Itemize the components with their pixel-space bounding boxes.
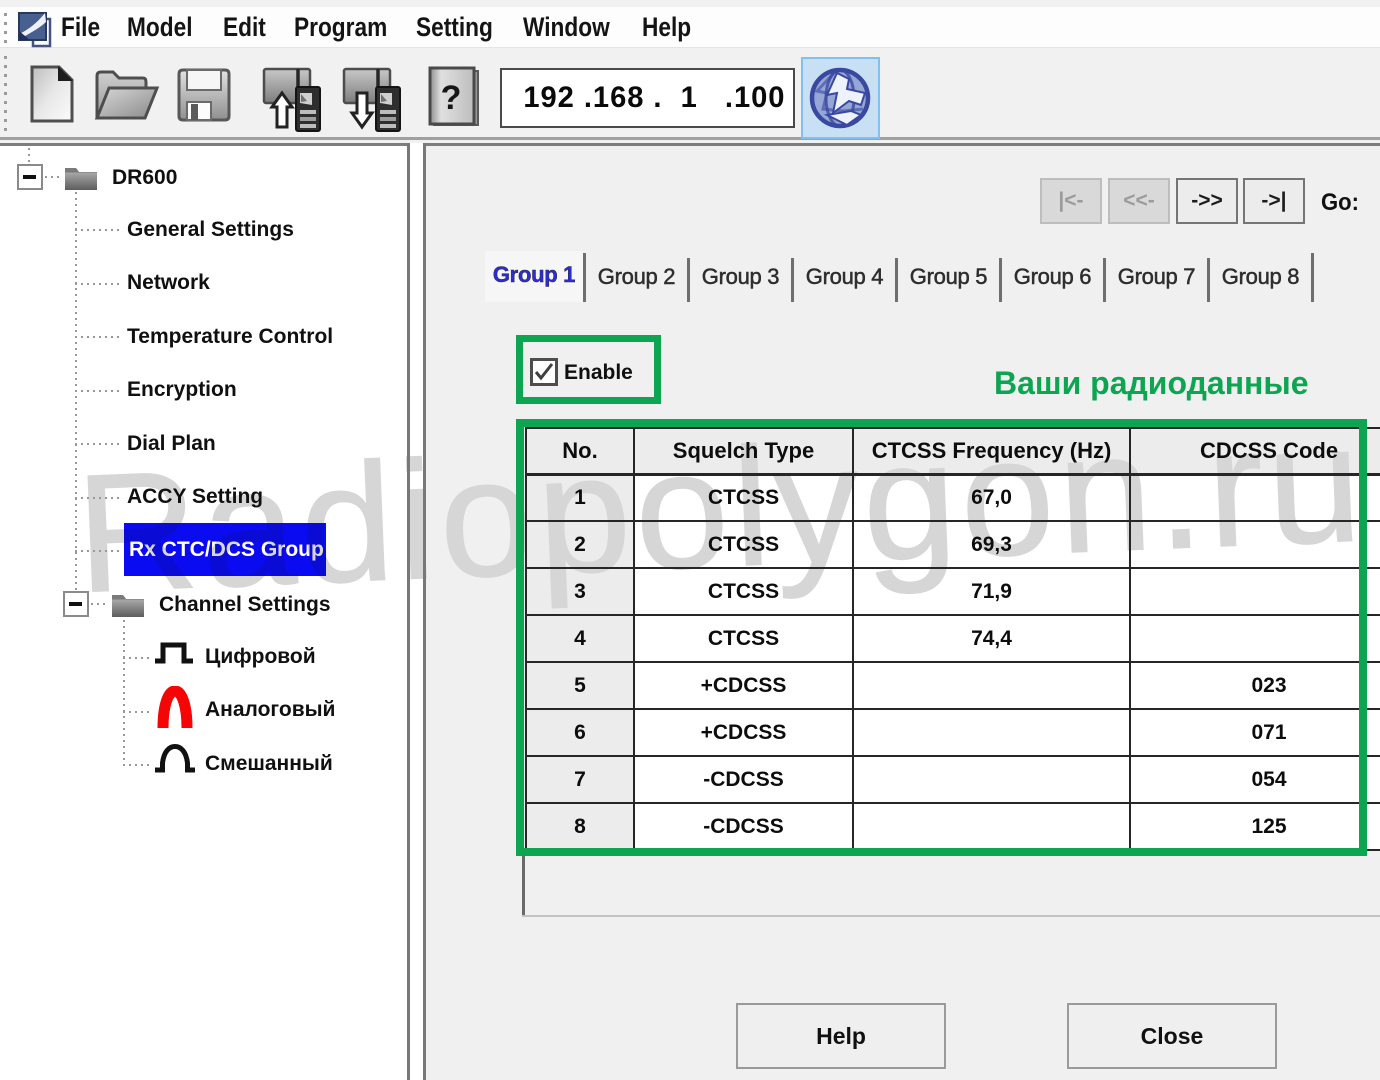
- svg-text:?: ?: [441, 79, 462, 117]
